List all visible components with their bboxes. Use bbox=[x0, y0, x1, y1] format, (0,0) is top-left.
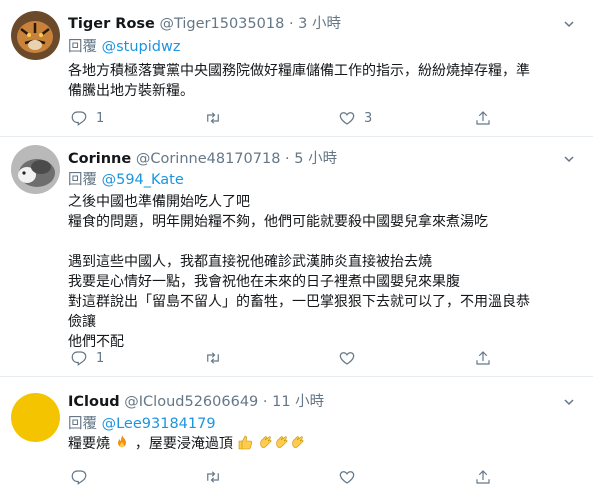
clapping-hands-emoji bbox=[260, 436, 272, 448]
share-button[interactable] bbox=[474, 108, 492, 128]
chevron-down-icon[interactable] bbox=[563, 153, 575, 165]
tweet-header: Tiger Rose @Tiger15035018 · 3 小時 bbox=[68, 15, 341, 33]
avatar[interactable] bbox=[11, 145, 60, 194]
chevron-down-icon[interactable] bbox=[563, 18, 575, 30]
action-bar: 1 3 bbox=[68, 108, 508, 128]
reply-button[interactable]: 1 bbox=[70, 348, 104, 368]
retweet-button[interactable] bbox=[204, 108, 230, 128]
share-button[interactable] bbox=[474, 467, 492, 487]
clapping-hands-emoji bbox=[276, 436, 288, 448]
reply-prefix: 回覆 bbox=[68, 416, 97, 432]
separator-dot: · bbox=[262, 394, 268, 410]
chevron-down-icon[interactable] bbox=[563, 396, 575, 408]
reply-mention[interactable]: @594_Kate bbox=[102, 172, 184, 188]
tweet-text: 糧要燒 ，屋要浸淹過頂 bbox=[68, 434, 578, 454]
retweet-icon bbox=[207, 112, 219, 124]
fire-emoji bbox=[118, 435, 127, 448]
retweet-icon bbox=[207, 352, 219, 364]
thumbs-up-emoji bbox=[239, 435, 253, 450]
share-icon bbox=[476, 111, 490, 125]
reply-mention[interactable]: @Lee93184179 bbox=[102, 416, 216, 432]
like-button[interactable] bbox=[338, 348, 364, 368]
user-handle[interactable]: @Corinne48170718 bbox=[136, 151, 281, 167]
separator-dot: · bbox=[285, 151, 290, 167]
share-icon bbox=[476, 470, 490, 484]
retweet-icon bbox=[207, 471, 219, 483]
reply-button[interactable]: 1 bbox=[70, 108, 104, 128]
reply-prefix: 回覆 bbox=[68, 39, 97, 55]
clapping-hands-emoji bbox=[292, 436, 304, 448]
reply-icon bbox=[71, 470, 87, 485]
like-button[interactable]: 3 bbox=[338, 108, 372, 128]
reply-button[interactable] bbox=[70, 467, 96, 487]
reply-context: 回覆 @594_Kate bbox=[68, 171, 184, 189]
tweet-header: ICloud @ICloud52606649 · 11 小時 bbox=[68, 393, 324, 411]
reply-icon bbox=[71, 351, 87, 366]
like-icon bbox=[339, 352, 355, 365]
user-handle[interactable]: @ICloud52606649 bbox=[124, 394, 258, 410]
timestamp[interactable]: 11 小時 bbox=[272, 394, 324, 410]
like-icon bbox=[339, 112, 355, 125]
tweet-text-part: ，屋要浸淹過頂 bbox=[134, 436, 233, 452]
retweet-button[interactable] bbox=[204, 348, 230, 368]
action-bar: 1 bbox=[68, 348, 508, 368]
avatar[interactable] bbox=[11, 393, 60, 442]
avatar[interactable] bbox=[11, 11, 60, 60]
display-name[interactable]: Tiger Rose bbox=[68, 16, 155, 32]
action-bar bbox=[68, 467, 508, 487]
share-icon bbox=[476, 351, 490, 365]
timestamp[interactable]: 5 小時 bbox=[294, 151, 337, 167]
display-name[interactable]: ICloud bbox=[68, 394, 120, 410]
retweet-button[interactable] bbox=[204, 467, 230, 487]
reply-mention[interactable]: @stupidwz bbox=[102, 39, 181, 55]
user-handle[interactable]: @Tiger15035018 bbox=[159, 16, 284, 32]
reply-context: 回覆 @stupidwz bbox=[68, 38, 180, 56]
like-button[interactable] bbox=[338, 467, 364, 487]
reply-prefix: 回覆 bbox=[68, 172, 97, 188]
display-name[interactable]: Corinne bbox=[68, 151, 131, 167]
separator-dot: · bbox=[288, 16, 294, 32]
timestamp[interactable]: 3 小時 bbox=[298, 16, 341, 32]
tweet-text: 之後中國也準備開始吃人了吧 糧食的問題，明年開始糧不夠，他們可能就要殺中國嬰兒拿… bbox=[68, 194, 530, 350]
like-count: 3 bbox=[364, 110, 373, 126]
reply-icon bbox=[71, 111, 87, 126]
reply-count: 1 bbox=[96, 110, 105, 126]
reply-feed: Tiger Rose @Tiger15035018 · 3 小時 回覆 @stu… bbox=[0, 0, 593, 493]
reply-context: 回覆 @Lee93184179 bbox=[68, 415, 216, 433]
tweet-text-part: 糧要燒 bbox=[68, 436, 110, 452]
tweet-text: 各地方積極落實黨中央國務院做好糧庫儲備工作的指示，紛紛燒掉存糧，準 備騰出地方裝… bbox=[68, 63, 530, 99]
share-button[interactable] bbox=[474, 348, 492, 368]
like-icon bbox=[339, 471, 355, 484]
reply-count: 1 bbox=[96, 350, 105, 366]
tweet-header: Corinne @Corinne48170718 · 5 小時 bbox=[68, 150, 337, 168]
